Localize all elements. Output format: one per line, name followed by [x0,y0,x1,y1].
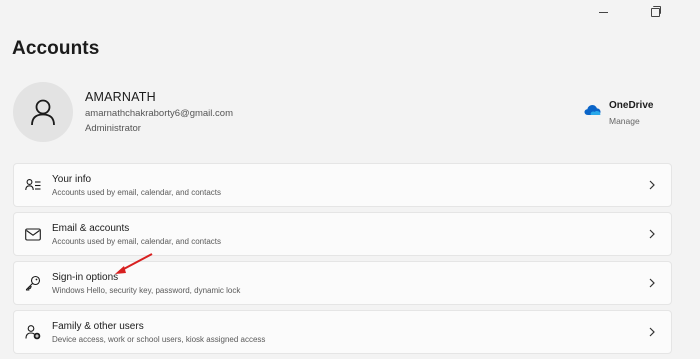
item-title: Family & other users [52,320,144,332]
list-item-email-accounts[interactable]: Email & accounts Accounts used by email,… [13,212,672,256]
mail-icon [23,224,43,244]
chevron-right-icon [645,178,659,192]
person-card-icon [23,175,43,195]
person-icon [31,99,55,126]
item-title: Your info [52,173,92,185]
chevron-right-icon [645,325,659,339]
minimize-icon [598,11,608,13]
maximize-button[interactable] [632,0,678,24]
item-title: Email & accounts [52,222,130,234]
profile-role: Administrator [85,123,141,134]
key-icon [23,273,43,293]
onedrive-manage-link[interactable]: Manage [609,116,653,126]
item-description: Windows Hello, security key, password, d… [52,285,241,295]
avatar [13,82,73,142]
item-description: Accounts used by email, calendar, and co… [52,236,221,246]
profile-section: AMARNATH amarnathchakraborty6@gmail.com … [13,82,233,142]
maximize-icon [650,5,661,17]
list-item-family-other-users[interactable]: Family & other users Device access, work… [13,310,672,354]
minimize-button[interactable] [580,0,626,24]
red-arrow-annotation [115,253,153,274]
profile-name: AMARNATH [85,90,156,104]
profile-email: amarnathchakraborty6@gmail.com [85,108,233,119]
list-item-your-info[interactable]: Your info Accounts used by email, calend… [13,163,672,207]
family-icon [23,322,43,342]
onedrive-link[interactable]: OneDrive Manage [584,100,653,126]
cloud-icon [584,105,601,115]
item-description: Device access, work or school users, kio… [52,334,266,344]
page-title: Accounts [12,38,100,59]
chevron-right-icon [645,276,659,290]
item-description: Accounts used by email, calendar, and co… [52,187,221,197]
onedrive-title: OneDrive [609,100,654,111]
chevron-right-icon [645,227,659,241]
